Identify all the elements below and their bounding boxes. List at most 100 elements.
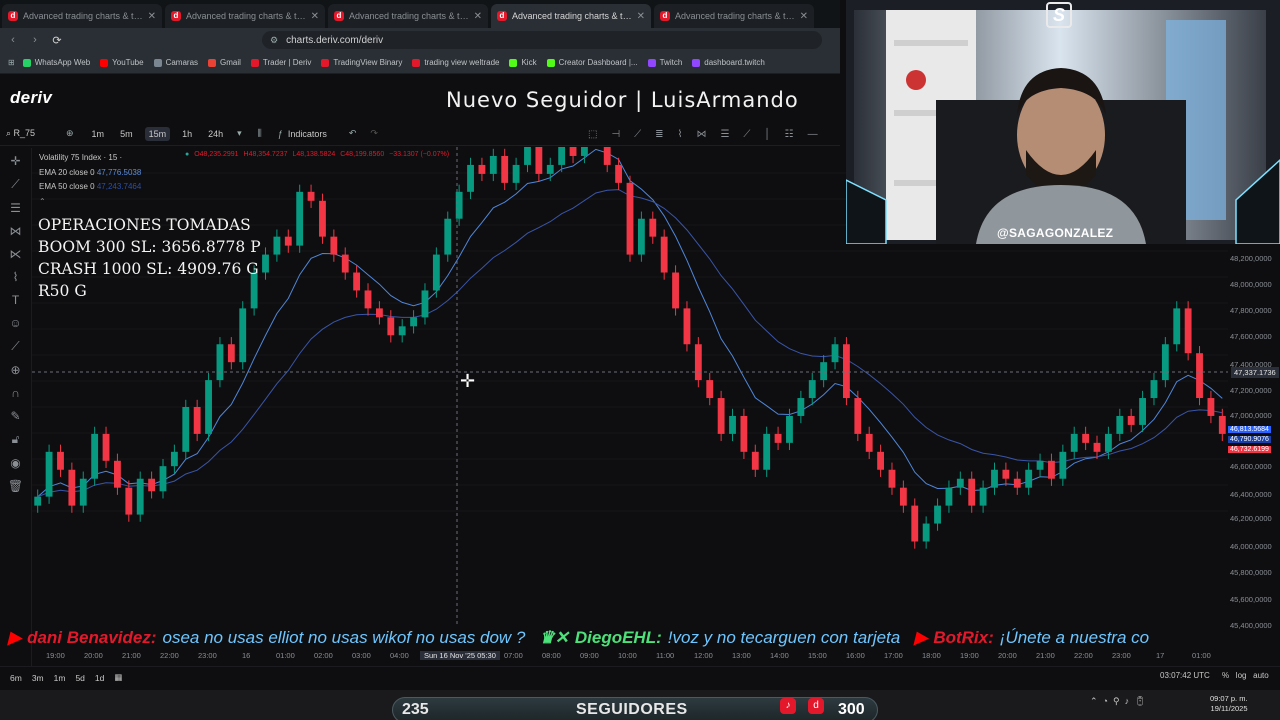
candle-body[interactable] [1173, 308, 1181, 345]
candle-body[interactable] [398, 326, 406, 336]
period-1m[interactable]: 1m [54, 673, 66, 683]
candle-body[interactable] [934, 505, 941, 524]
symbol-search[interactable]: ⌕ R_75 [6, 128, 56, 139]
period-1d[interactable]: 1d [95, 673, 104, 683]
candle-body[interactable] [615, 164, 623, 183]
candle-body[interactable] [672, 272, 679, 309]
candle-body[interactable] [1093, 442, 1101, 452]
candle-body[interactable] [1059, 451, 1067, 479]
legend-ema20[interactable]: EMA 20 close 0 47,776.5038 [39, 166, 141, 181]
candle-body[interactable] [968, 478, 976, 506]
close-icon[interactable]: ✕ [311, 11, 319, 22]
candle-body[interactable] [1082, 433, 1090, 443]
candle-body[interactable] [831, 344, 839, 363]
timeframe-1m[interactable]: 1m [88, 127, 109, 141]
candle-body[interactable] [911, 505, 919, 542]
bookmark-item[interactable]: Kick [509, 58, 537, 67]
eye-icon[interactable]: ◉ [10, 456, 20, 470]
candle-body[interactable] [193, 407, 201, 434]
candle-body[interactable] [774, 433, 782, 443]
time-axis[interactable]: 19:00 20:00 21:00 22:00 23:00 16 01:00 02:00 03:… [32, 650, 1280, 664]
undo-icon[interactable]: ↶ [349, 128, 357, 139]
candle-body[interactable] [1196, 353, 1203, 399]
browser-tab[interactable]: d Advanced trading charts & tool ✕ [491, 4, 651, 28]
emoji-tool-icon[interactable]: ☺ [9, 316, 21, 330]
candle-body[interactable] [1070, 433, 1078, 452]
candle-body[interactable] [945, 487, 953, 506]
brush-icon[interactable]: ⌇ [678, 129, 683, 140]
candle-body[interactable] [843, 344, 850, 399]
close-icon[interactable]: ✕ [637, 11, 645, 22]
candle-body[interactable] [91, 433, 99, 479]
deriv-logo[interactable]: deriv [10, 88, 52, 108]
candle-body[interactable] [57, 451, 64, 470]
candle-body[interactable] [797, 398, 805, 416]
browser-tab[interactable]: d Advanced trading charts & tools | ✕ [654, 4, 814, 28]
candle-body[interactable] [501, 155, 509, 183]
candle-body[interactable] [148, 478, 156, 492]
candle-body[interactable] [136, 478, 144, 515]
browser-tab[interactable]: d Advanced trading charts & tools | ✕ [165, 4, 325, 28]
forward-icon[interactable]: › [26, 34, 44, 46]
zoom-icon[interactable]: ⊕ [10, 363, 20, 377]
candle-body[interactable] [216, 344, 224, 381]
reload-icon[interactable]: ⟳ [48, 34, 66, 47]
candle-body[interactable] [820, 362, 828, 381]
candle-body[interactable] [683, 308, 691, 345]
candle-body[interactable] [341, 254, 349, 273]
timeframe-24h[interactable]: 24h [204, 127, 227, 141]
channel-icon[interactable]: ☰ [720, 129, 729, 140]
bookmark-item[interactable]: Trader | Deriv [250, 58, 311, 67]
trash-icon[interactable]: 🗑︎ [8, 479, 23, 493]
period-6m[interactable]: 6m [10, 673, 22, 683]
candle-body[interactable] [467, 164, 474, 192]
candle-body[interactable] [1025, 469, 1033, 488]
indicators-icon[interactable]: ƒ [278, 129, 283, 139]
add-symbol-icon[interactable]: ⊕ [66, 128, 74, 139]
pattern-icon[interactable]: ⋈ [696, 129, 706, 140]
bookmark-item[interactable]: WhatsApp Web [22, 58, 90, 67]
candle-body[interactable] [182, 407, 190, 452]
candle-body[interactable] [888, 469, 896, 488]
bookmark-item[interactable]: Creator Dashboard |... [546, 58, 638, 67]
bookmark-item[interactable]: YouTube [100, 58, 144, 67]
candle-body[interactable] [524, 147, 531, 165]
fork-tool-icon[interactable]: ⋈ [10, 224, 22, 238]
candle-body[interactable] [68, 469, 76, 506]
browser-tab[interactable]: d Advanced trading charts & tools | ✕ [328, 4, 488, 28]
candle-body[interactable] [979, 487, 987, 506]
candle-body[interactable] [956, 478, 964, 488]
indicators-button[interactable]: Indicators [288, 129, 327, 139]
chevron-down-icon[interactable]: ▾ [237, 128, 242, 139]
candle-body[interactable] [1013, 478, 1021, 488]
candle-body[interactable] [535, 147, 543, 174]
vertical-line-icon[interactable]: │ [764, 129, 770, 140]
candle-body[interactable] [512, 164, 520, 183]
candle-body[interactable] [364, 290, 372, 309]
url-field[interactable]: ⚙ charts.deriv.com/deriv [262, 31, 822, 49]
candle-body[interactable] [808, 380, 816, 399]
ruler-icon[interactable]: ⟋ [11, 339, 19, 354]
candle-body[interactable] [227, 344, 235, 363]
candle-body[interactable] [740, 415, 748, 452]
candle-body[interactable] [922, 523, 930, 542]
candle-body[interactable] [319, 200, 326, 237]
candle-body[interactable] [1036, 460, 1044, 470]
crosshair-icon[interactable]: ✛ [10, 154, 20, 168]
chart-type-icon[interactable]: ⫼ [258, 128, 262, 139]
browser-tab[interactable]: d Advanced trading charts & tools | ✕ [2, 4, 162, 28]
percent-toggle[interactable]: % [1222, 671, 1229, 680]
levels-icon[interactable]: ☷ [785, 129, 794, 140]
candle-body[interactable] [1139, 398, 1146, 425]
site-info-icon[interactable]: ⚙ [270, 35, 278, 46]
candle-body[interactable] [79, 478, 87, 506]
collapse-legend-icon[interactable]: ⌃ [39, 195, 141, 210]
candle-body[interactable] [581, 147, 588, 156]
bookmark-item[interactable]: Twitch [647, 58, 682, 67]
candle-body[interactable] [626, 182, 634, 255]
candle-body[interactable] [786, 415, 793, 443]
candle-body[interactable] [1116, 415, 1124, 434]
candle-body[interactable] [273, 236, 281, 255]
close-icon[interactable]: ✕ [474, 11, 482, 22]
candle-body[interactable] [421, 290, 429, 318]
